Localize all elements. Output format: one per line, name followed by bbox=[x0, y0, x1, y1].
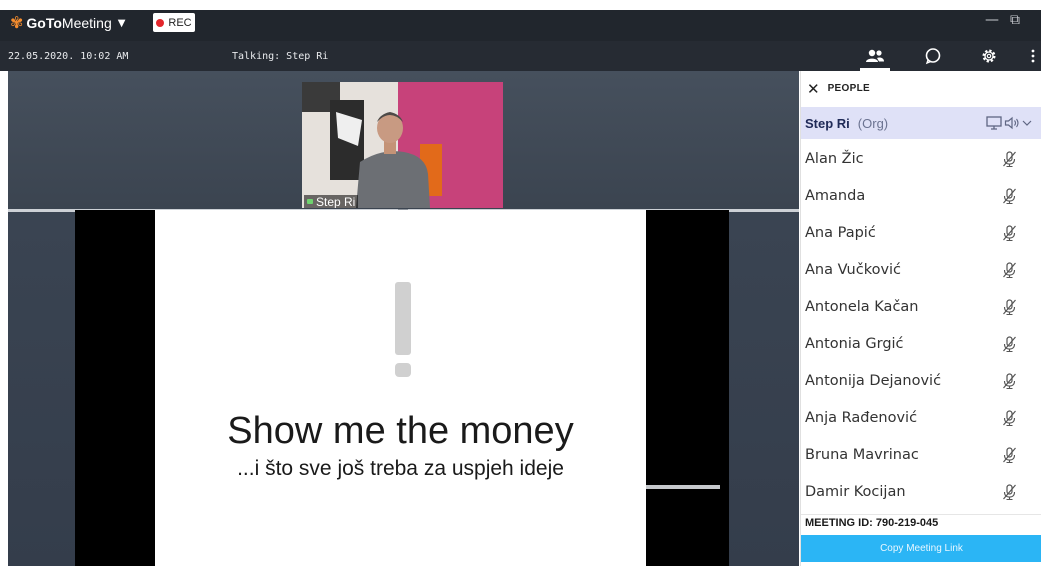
mic-muted-icon[interactable] bbox=[1000, 298, 1018, 316]
attendee-name: Antonija Dejanović bbox=[805, 373, 942, 389]
presentation-slide: Show me the money ...i što sve još treba… bbox=[155, 210, 646, 566]
gotomeeting-window: ✾ GoTo Meeting ▼ REC — ⧉ 22.05.2020. 10:… bbox=[0, 0, 1041, 566]
exclamation-bar-icon bbox=[395, 282, 411, 355]
attendee-name: Antonela Kačan bbox=[805, 299, 919, 315]
organizer-status-icons bbox=[986, 116, 1032, 130]
speaker-icon bbox=[1004, 116, 1019, 130]
organizer-name: Step Ri bbox=[805, 115, 850, 131]
attendee-name: Amanda bbox=[805, 188, 866, 204]
rec-button[interactable]: REC bbox=[153, 13, 195, 32]
people-icon bbox=[866, 49, 884, 62]
attendee-row[interactable]: Ana Papić bbox=[801, 215, 1041, 251]
more-vertical-icon bbox=[1031, 49, 1035, 63]
attendee-name: Ana Papić bbox=[805, 225, 876, 241]
mic-muted-icon[interactable] bbox=[1000, 335, 1018, 353]
mic-muted-icon[interactable] bbox=[1000, 261, 1018, 279]
slide-edge bbox=[646, 485, 720, 489]
rec-label: REC bbox=[168, 16, 192, 29]
slide-subline: ...i što sve još treba za uspjeh ideje bbox=[237, 457, 564, 480]
slide-headline: Show me the money bbox=[227, 410, 574, 452]
attendee-row[interactable]: Antonela Kačan bbox=[801, 289, 1041, 325]
chevron-down-icon[interactable] bbox=[1022, 119, 1032, 127]
attendee-name: Bruna Mavrinac bbox=[805, 447, 919, 463]
status-bar: 22.05.2020. 10:02 AM Talking: Step Ri bbox=[0, 41, 800, 71]
attendee-name: Alan Žic bbox=[805, 151, 864, 167]
mic-muted-icon[interactable] bbox=[1000, 483, 1018, 501]
camera-mic-icon bbox=[307, 199, 313, 204]
attendee-name: Ana Vučković bbox=[805, 262, 902, 278]
mic-muted-icon[interactable] bbox=[1000, 187, 1018, 205]
restore-button[interactable]: ⧉ bbox=[1010, 12, 1020, 28]
caret-down-icon: ▼ bbox=[117, 17, 126, 29]
mic-muted-icon[interactable] bbox=[1000, 409, 1018, 427]
meeting-datetime: 22.05.2020. 10:02 AM bbox=[8, 51, 129, 62]
attendee-list[interactable]: Alan Žic Amanda Ana Papić Ana Vučković A… bbox=[801, 141, 1041, 514]
more-menu-button[interactable] bbox=[1025, 44, 1041, 68]
attendee-row[interactable]: Damir Kocijan bbox=[801, 474, 1041, 510]
close-icon[interactable]: ✕ bbox=[807, 80, 820, 98]
settings-icon bbox=[982, 49, 996, 63]
attendee-row[interactable]: Anja Rađenović bbox=[801, 400, 1041, 436]
attendee-name: Antonia Grgić bbox=[805, 336, 904, 352]
attendee-row[interactable]: Antonija Dejanović bbox=[801, 363, 1041, 399]
copy-meeting-link-button[interactable]: Copy Meeting Link bbox=[801, 535, 1041, 562]
mic-muted-icon[interactable] bbox=[1000, 224, 1018, 242]
attendee-row[interactable]: Ana Vučković bbox=[801, 252, 1041, 288]
people-tab[interactable] bbox=[858, 44, 892, 71]
meeting-id: MEETING ID: 790-219-045 bbox=[805, 517, 939, 529]
meeting-stage: Step Ri Show me the money ...i što sve j… bbox=[8, 71, 799, 566]
app-menu-button[interactable]: ✾ GoTo Meeting ▼ bbox=[10, 14, 125, 32]
webcam-feed-image bbox=[302, 82, 503, 208]
attendee-row[interactable]: Antonia Grgić bbox=[801, 326, 1041, 362]
brand-goto: GoTo bbox=[26, 15, 62, 31]
people-panel-footer: MEETING ID: 790-219-045 Copy Meeting Lin… bbox=[801, 514, 1041, 566]
mic-muted-icon[interactable] bbox=[1000, 446, 1018, 464]
chat-icon bbox=[925, 48, 941, 65]
minimize-button[interactable]: — bbox=[985, 12, 999, 28]
mic-muted-icon[interactable] bbox=[1000, 372, 1018, 390]
attendee-row[interactable]: Alan Žic bbox=[801, 141, 1041, 177]
people-panel-header: ✕ PEOPLE bbox=[801, 71, 1041, 106]
webcam-video[interactable]: Step Ri bbox=[302, 82, 503, 208]
webcam-name: Step Ri bbox=[316, 194, 356, 209]
mic-muted-icon[interactable] bbox=[1000, 150, 1018, 168]
people-panel-title: PEOPLE bbox=[827, 83, 870, 94]
attendee-row[interactable]: Bruna Mavrinac bbox=[801, 437, 1041, 473]
record-dot-icon bbox=[156, 18, 165, 27]
shared-screen: Show me the money ...i što sve još treba… bbox=[75, 210, 729, 566]
organizer-row[interactable]: Step Ri (Org) bbox=[801, 107, 1041, 139]
gotomeeting-logo-icon: ✾ bbox=[10, 13, 24, 32]
talking-indicator: Talking: Step Ri bbox=[232, 51, 329, 62]
attendee-name: Damir Kocijan bbox=[805, 484, 906, 500]
attendee-name: Anja Rađenović bbox=[805, 410, 918, 426]
webcam-name-label: Step Ri bbox=[304, 194, 359, 209]
chat-tab[interactable] bbox=[916, 44, 950, 68]
exclamation-dot-icon bbox=[395, 363, 411, 377]
settings-tab[interactable] bbox=[972, 44, 1006, 68]
brand-meeting: Meeting bbox=[61, 15, 112, 31]
organizer-tag: (Org) bbox=[857, 115, 889, 131]
people-panel: ✕ PEOPLE Step Ri (Org) Alan Žic Amanda A… bbox=[800, 71, 1041, 566]
screen-share-icon bbox=[986, 116, 1002, 130]
panel-toolbar bbox=[800, 41, 1041, 71]
attendee-row[interactable]: Amanda bbox=[801, 178, 1041, 214]
title-bar: ✾ GoTo Meeting ▼ REC — ⧉ bbox=[0, 0, 1041, 41]
